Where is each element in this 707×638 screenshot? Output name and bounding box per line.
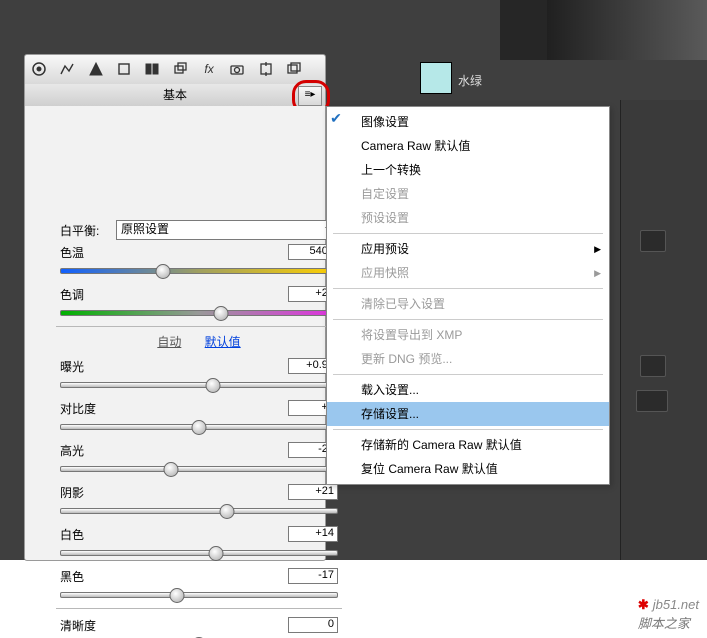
highlight-label: 高光	[60, 442, 116, 459]
right-panel-icon[interactable]	[640, 230, 666, 252]
white-slider[interactable]	[60, 546, 338, 560]
menu-item[interactable]: 存储新的 Camera Raw 默认值	[327, 433, 609, 457]
menu-item: 应用快照	[327, 261, 609, 285]
menu-item: 清除已导入设置	[327, 292, 609, 316]
menu-separator	[333, 233, 603, 234]
menu-item: 自定设置	[327, 182, 609, 206]
tint-row: 色调 +21	[60, 284, 338, 304]
slider-thumb[interactable]	[205, 378, 220, 393]
aperture-icon[interactable]	[28, 59, 50, 79]
panel-menu-button[interactable]: ≡▸	[298, 86, 322, 106]
temp-label: 色温	[60, 244, 116, 261]
slider-track	[60, 310, 338, 316]
slider-thumb[interactable]	[164, 462, 179, 477]
wb-label: 白平衡:	[60, 222, 116, 239]
exposure-label: 曝光	[60, 358, 116, 375]
slider-thumb[interactable]	[208, 546, 223, 561]
shadow-value[interactable]: +21	[288, 484, 338, 500]
crop-icon[interactable]	[113, 59, 135, 79]
white-value[interactable]: +14	[288, 526, 338, 542]
default-link[interactable]: 默认值	[205, 335, 241, 349]
slider-track	[60, 382, 338, 388]
white-label: 白色	[60, 526, 116, 543]
clarity-value[interactable]: 0	[288, 617, 338, 633]
contrast-row: 对比度 +1	[60, 398, 338, 418]
menu-separator	[333, 374, 603, 375]
wb-select[interactable]: 原照设置	[116, 220, 338, 240]
separator	[56, 326, 342, 327]
color-swatch[interactable]	[420, 62, 452, 94]
menu-item[interactable]: 图像设置	[327, 110, 609, 134]
slider-track	[60, 268, 338, 274]
slider-thumb[interactable]	[169, 588, 184, 603]
camera-icon[interactable]	[226, 59, 248, 79]
clarity-label: 清晰度	[60, 617, 116, 634]
menu-separator	[333, 288, 603, 289]
exposure-slider[interactable]	[60, 378, 338, 392]
background-gradient	[547, 0, 707, 60]
white-balance-row: 白平衡: 原照设置	[60, 220, 338, 240]
highlight-slider[interactable]	[60, 462, 338, 476]
slider-track	[60, 508, 338, 514]
clarity-row: 清晰度 0	[60, 615, 338, 635]
slider-thumb[interactable]	[219, 504, 234, 519]
right-panel-icon[interactable]	[640, 355, 666, 377]
black-row: 黑色 -17	[60, 566, 338, 586]
tint-label: 色调	[60, 286, 116, 303]
histogram-icon[interactable]	[56, 59, 78, 79]
target-icon[interactable]	[255, 59, 277, 79]
swatch-label: 水绿	[458, 72, 482, 89]
slider-track	[60, 550, 338, 556]
menu-separator	[333, 319, 603, 320]
black-label: 黑色	[60, 568, 116, 585]
menu-item[interactable]: 上一个转换	[327, 158, 609, 182]
layers-icon[interactable]	[170, 59, 192, 79]
slider-track	[60, 466, 338, 472]
menu-item: 预设设置	[327, 206, 609, 230]
curve-icon[interactable]	[85, 59, 107, 79]
panel-tabbar: 基本	[24, 84, 326, 107]
separator	[56, 608, 342, 609]
shadow-slider[interactable]	[60, 504, 338, 518]
auto-link[interactable]: 自动	[157, 335, 181, 349]
menu-item[interactable]: Camera Raw 默认值	[327, 134, 609, 158]
shadow-row: 阴影 +21	[60, 482, 338, 502]
contrast-label: 对比度	[60, 400, 116, 417]
menu-separator	[333, 429, 603, 430]
panel-toolbar: fx	[24, 54, 326, 86]
split-icon[interactable]	[141, 59, 163, 79]
shadow-label: 阴影	[60, 484, 116, 501]
highlight-row: 高光 -21	[60, 440, 338, 460]
slider-thumb[interactable]	[155, 264, 170, 279]
fx-icon[interactable]: fx	[198, 59, 220, 79]
slider-thumb[interactable]	[192, 420, 207, 435]
panel-title: 基本	[163, 84, 187, 106]
slider-thumb[interactable]	[214, 306, 229, 321]
black-slider[interactable]	[60, 588, 338, 602]
menu-item[interactable]: 存储设置...	[327, 402, 609, 426]
temp-row: 色温 5400	[60, 242, 338, 262]
right-panel-icon[interactable]	[636, 390, 668, 412]
menu-item: 将设置导出到 XMP	[327, 323, 609, 347]
basic-panel: 白平衡: 原照设置 色温 5400 色调 +21 自动 默认值 曝光 +0.95…	[24, 106, 326, 561]
right-panel-bg	[620, 100, 707, 560]
menu-item[interactable]: 载入设置...	[327, 378, 609, 402]
check-icon: ✔	[326, 107, 346, 129]
menu-item: 更新 DNG 预览...	[327, 347, 609, 371]
tint-slider[interactable]	[60, 306, 338, 320]
menu-item[interactable]: 应用预设	[327, 237, 609, 261]
menu-item[interactable]: 复位 Camera Raw 默认值	[327, 457, 609, 481]
context-menu: 图像设置Camera Raw 默认值上一个转换自定设置预设设置应用预设应用快照清…	[326, 106, 610, 485]
snapshot-icon[interactable]	[283, 59, 305, 79]
black-value[interactable]: -17	[288, 568, 338, 584]
white-row: 白色 +14	[60, 524, 338, 544]
contrast-slider[interactable]	[60, 420, 338, 434]
slider-track	[60, 592, 338, 598]
watermark: ✱jb51.net 脚本之家	[638, 597, 699, 632]
exposure-row: 曝光 +0.95	[60, 356, 338, 376]
temp-slider[interactable]	[60, 264, 338, 278]
